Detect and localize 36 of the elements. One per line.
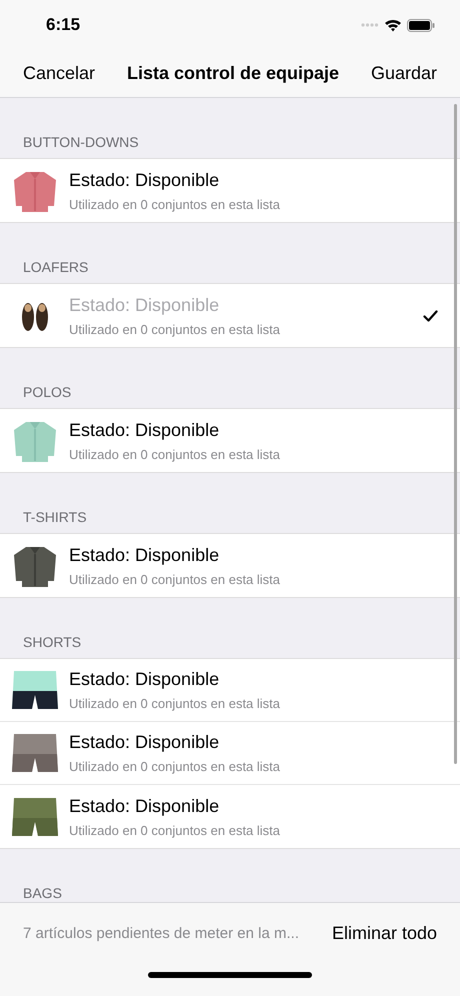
item-usage: Utilizado en 0 conjuntos en esta lista [69,196,282,212]
section-header: POLOS [23,384,72,400]
list-row[interactable]: Estado: Disponible Utilizado en 0 conjuntos en esta lista [0,659,460,722]
list-row[interactable]: Estado: Disponible Utilizado en 0 conjuntos en esta lista [0,785,460,848]
battery-icon [407,18,435,32]
checkmark-icon [423,310,438,322]
item-usage: Utilizado en 0 conjuntos en esta lista [69,696,282,711]
list-row[interactable]: Estado: Disponible Utilizado en 0 conjuntos en esta lista [0,159,460,222]
save-button[interactable]: Guardar [370,63,437,84]
item-status: Estado: Disponible [69,420,220,440]
list-row[interactable]: Estado: Disponible Utilizado en 0 conjuntos en esta lista [0,722,460,785]
item-usage: Utilizado en 0 conjuntos en esta lista [69,446,282,462]
cancel-button[interactable]: Cancelar [23,63,96,84]
nav-title: Lista control de equipaje [126,63,340,84]
section-header: BUTTON-DOWNS [23,134,139,150]
item-usage: Utilizado en 0 conjuntos en esta lista [69,759,282,774]
item-status: Estado: Disponible [69,170,220,190]
item-status: Estado: Disponible [69,732,220,753]
item-status: Estado: Disponible [69,669,220,690]
signal-icon [361,22,379,28]
pending-summary: 7 artículos pendientes de meter en la m... [23,925,299,942]
item-status: Estado: Disponible [69,796,220,816]
item-usage: Utilizado en 0 conjuntos en esta lista [69,822,282,838]
item-usage: Utilizado en 0 conjuntos en esta lista [69,322,282,336]
section-header: T-SHIRTS [23,509,87,525]
section-header: SHORTS [23,634,82,650]
wifi-icon [384,18,402,32]
list-row[interactable]: Estado: Disponible Utilizado en 0 conjuntos en esta lista [0,409,460,472]
item-status: Estado: Disponible [69,294,220,316]
list-row[interactable]: Estado: Disponible Utilizado en 0 conjuntos en esta lista [0,534,460,597]
section-header: BAGS [23,885,62,901]
status-time: 6:15 [46,15,80,35]
delete-all-button[interactable]: Eliminar todo [332,923,437,944]
item-status: Estado: Disponible [69,544,220,566]
item-usage: Utilizado en 0 conjuntos en esta lista [69,572,282,586]
section-header: LOAFERS [23,259,88,275]
